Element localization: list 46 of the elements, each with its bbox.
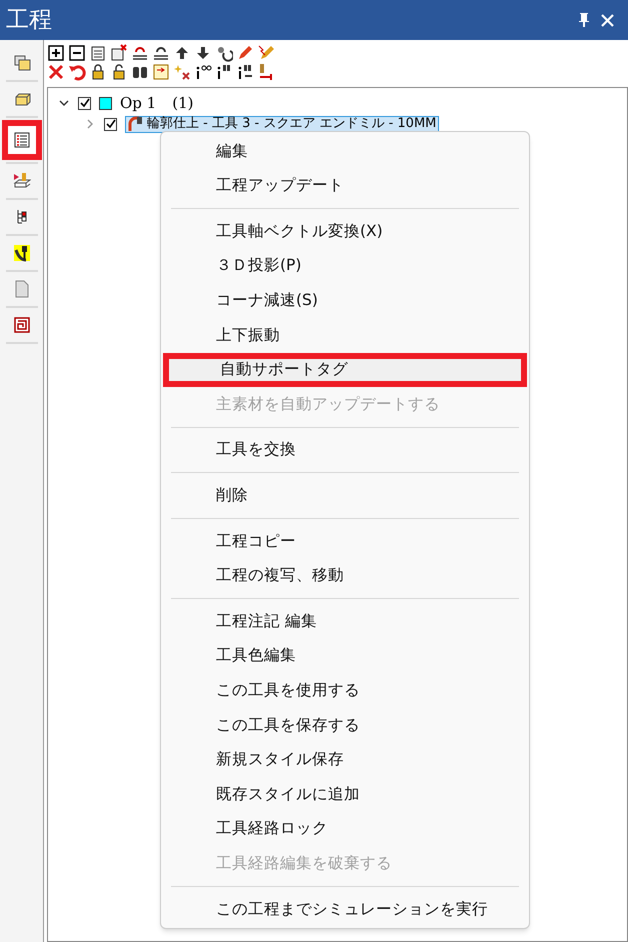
pattern-icon[interactable] [12, 316, 30, 334]
undo-icon[interactable] [68, 62, 86, 80]
info-glasses-icon[interactable] [194, 62, 212, 80]
document-delete-icon[interactable] [110, 44, 128, 62]
menu-item[interactable]: 削除 [165, 478, 525, 513]
tree-item[interactable]: 輪郭仕上 - 工具 3 - スクエア エンドミル - 10MM [125, 116, 440, 132]
menu-item[interactable]: 工程の複写、移動 [165, 558, 525, 594]
menu-item[interactable]: この工具を使用する [165, 673, 525, 708]
menu-item[interactable]: 工程アップデート [165, 168, 525, 204]
list-icon[interactable] [12, 131, 30, 149]
menu-item[interactable]: 工具色編集 [165, 638, 525, 674]
lightning-pencil-icon[interactable] [257, 44, 275, 62]
document-icon[interactable] [89, 44, 107, 62]
menu-item[interactable]: 編集 [165, 134, 525, 169]
menu-item[interactable]: 新規スタイル保存 [165, 742, 525, 778]
menu-item[interactable]: コーナ減速(S) [165, 283, 525, 318]
menu-item[interactable]: この工具を保存する [165, 708, 525, 742]
menu-item[interactable]: 工具経路ロック [165, 812, 525, 846]
toolpath-icon [128, 116, 144, 132]
close-icon[interactable] [47, 62, 65, 80]
pencil-icon[interactable] [236, 44, 254, 62]
menu-item[interactable]: 上下振動 [165, 318, 525, 353]
menu-item[interactable]: 工程注記 編集 [165, 604, 525, 639]
tree-item-label: 輪郭仕上 - 工具 3 - スクエア エンドミル - 10MM [147, 117, 436, 131]
menu-item[interactable]: 工程コピー [165, 524, 525, 559]
info-binoculars-icon[interactable] [215, 62, 233, 80]
tool-tray-icon[interactable] [12, 172, 30, 190]
info-binoculars-arrow-icon[interactable] [236, 62, 254, 80]
page-icon[interactable] [12, 280, 30, 298]
minus-square-icon[interactable] [68, 44, 86, 62]
windows-icon[interactable] [12, 54, 30, 72]
sidebar-item[interactable] [2, 120, 42, 160]
checkbox[interactable] [104, 118, 117, 130]
menu-item[interactable]: 既存スタイルに追加 [165, 777, 525, 812]
menu-item[interactable]: 自動サポートタグ [163, 352, 527, 388]
pin-icon[interactable] [577, 12, 591, 28]
spindle-icon[interactable] [12, 244, 30, 262]
menu-item[interactable]: 工具軸ベクトル変換(X) [165, 214, 525, 249]
item-count: (1) [172, 92, 194, 114]
window-title: 工程 [6, 6, 52, 35]
tree-item[interactable]: Op 1 [120, 92, 156, 114]
checkbox[interactable] [78, 96, 91, 110]
menu-item[interactable]: この工程までシミュレーションを実行 [165, 892, 525, 926]
menu-item[interactable]: 工具を交換 [165, 432, 525, 468]
menu-item[interactable]: ３Ｄ投影(P) [165, 248, 525, 284]
plus-square-icon[interactable] [47, 44, 65, 62]
